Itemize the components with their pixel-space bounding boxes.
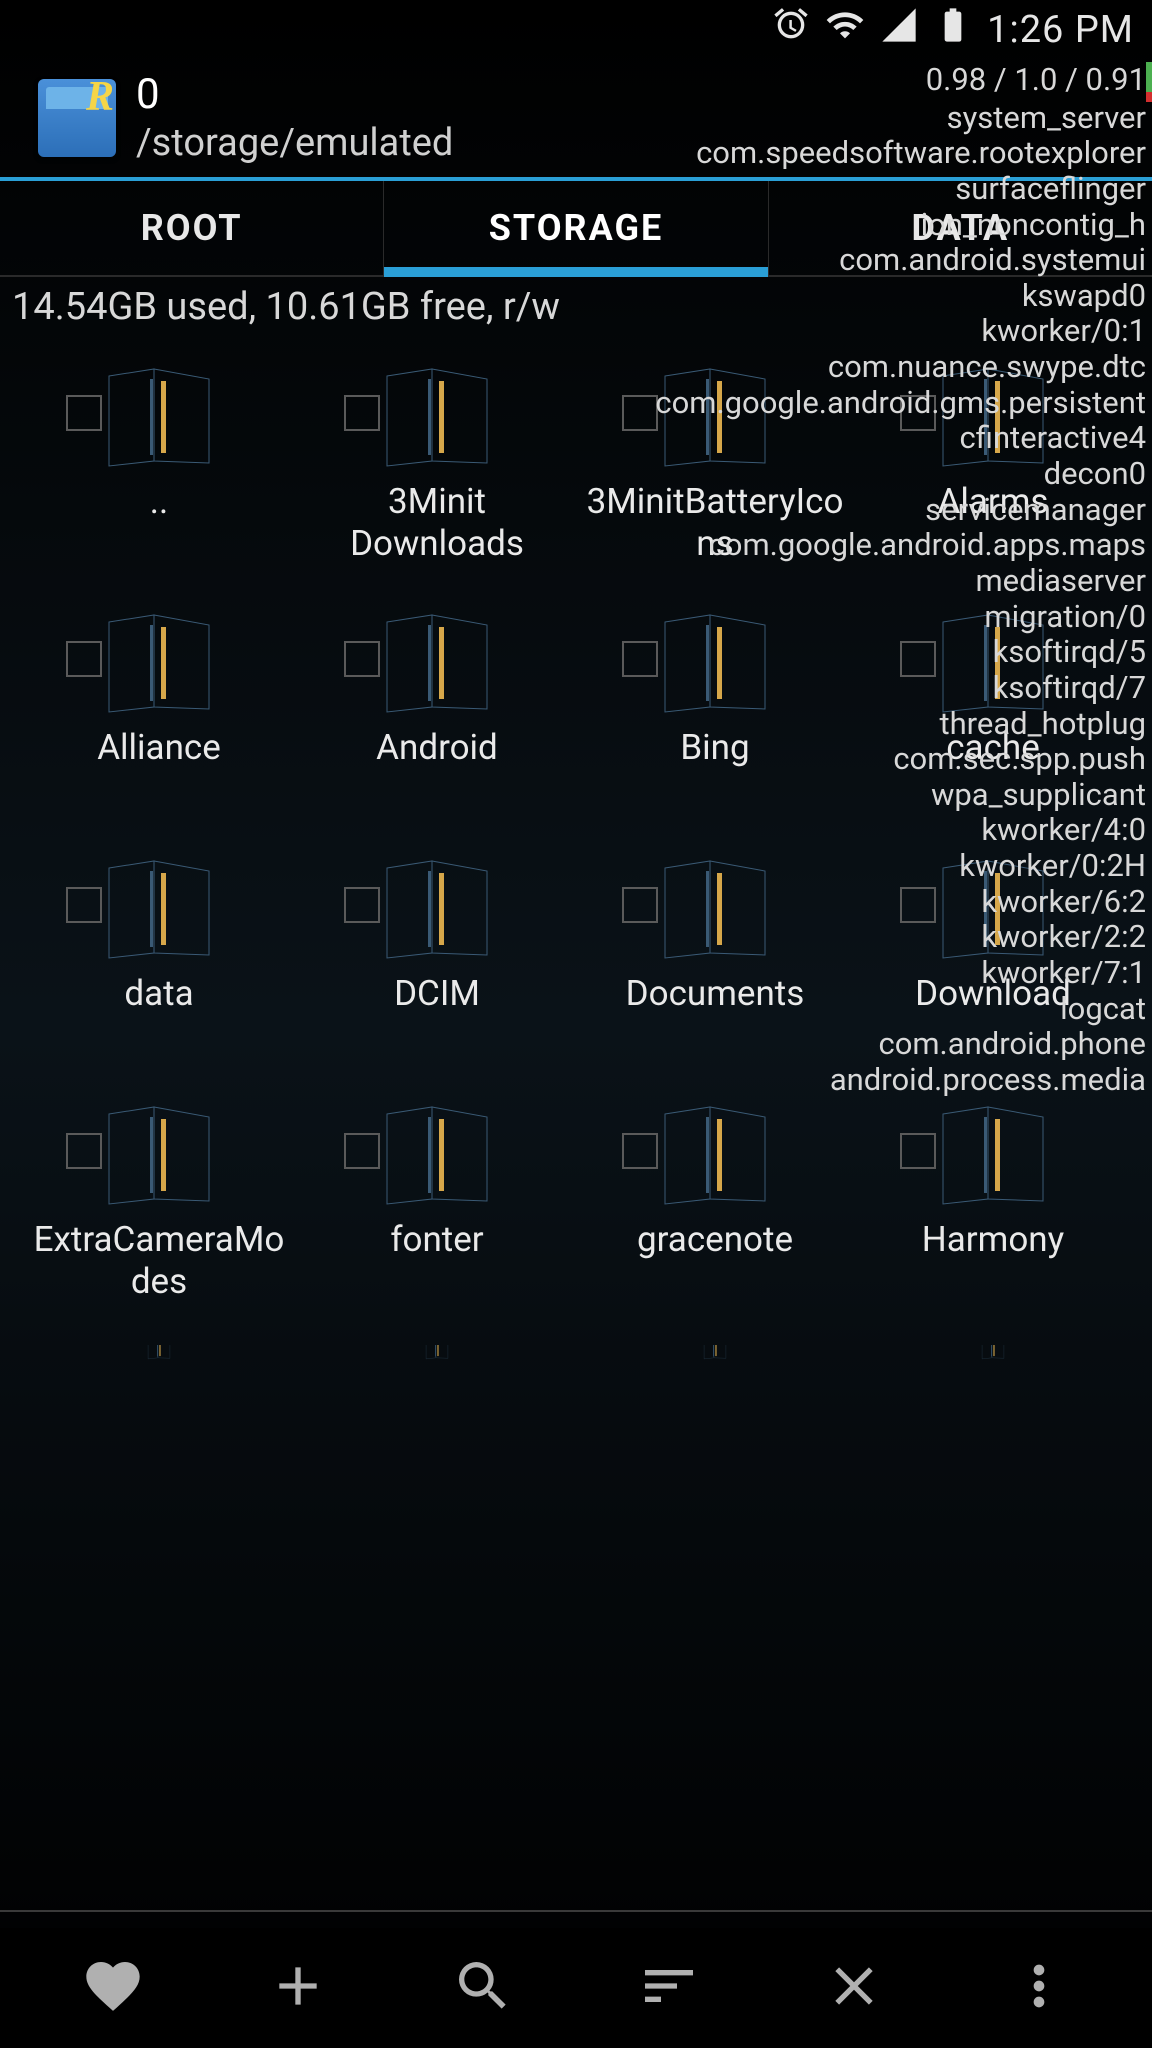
- folder-checkbox[interactable]: [900, 1133, 936, 1169]
- folder-icon: [655, 361, 775, 471]
- folder-label: Documents: [626, 973, 805, 1057]
- folder-icon: [933, 853, 1053, 963]
- battery-icon: [933, 5, 973, 55]
- folder-icon: [377, 361, 497, 471]
- folder-item[interactable]: Bing: [576, 591, 854, 827]
- folder-icon: [99, 853, 219, 963]
- folder-item[interactable]: [576, 1329, 854, 1395]
- app-icon: [38, 79, 116, 157]
- folder-icon: [655, 1099, 775, 1209]
- folder-label: ..: [150, 481, 168, 565]
- folder-icon: [99, 1099, 219, 1209]
- folder-label: Alarms: [938, 481, 1049, 565]
- folder-item[interactable]: [20, 1329, 298, 1395]
- folder-icon: [655, 853, 775, 963]
- folder-checkbox[interactable]: [900, 395, 936, 431]
- folder-item[interactable]: Alliance: [20, 591, 298, 827]
- folder-checkbox[interactable]: [66, 641, 102, 677]
- folder-label: 3Minit Downloads: [302, 481, 572, 565]
- sort-button[interactable]: [637, 1954, 701, 2022]
- signal-icon: [879, 5, 919, 55]
- tab-storage[interactable]: STORAGE: [384, 181, 768, 277]
- folder-checkbox[interactable]: [622, 395, 658, 431]
- folder-icon: [933, 361, 1053, 471]
- folder-item[interactable]: [298, 1329, 576, 1395]
- folder-item[interactable]: cache: [854, 591, 1132, 827]
- bottom-toolbar: [0, 1928, 1152, 2048]
- folder-label: ExtraCameraModes: [24, 1219, 294, 1303]
- folder-icon: [99, 607, 219, 717]
- folder-checkbox[interactable]: [344, 641, 380, 677]
- folder-icon: [377, 1345, 497, 1369]
- tab-root[interactable]: ROOT: [0, 181, 384, 277]
- search-button[interactable]: [451, 1954, 515, 2022]
- folder-label: Bing: [680, 727, 749, 811]
- folder-item[interactable]: ExtraCameraModes: [20, 1083, 298, 1319]
- folder-icon: [377, 853, 497, 963]
- overflow-menu-button[interactable]: [1007, 1954, 1071, 2022]
- folder-checkbox[interactable]: [622, 641, 658, 677]
- folder-item[interactable]: data: [20, 837, 298, 1073]
- folder-checkbox[interactable]: [344, 395, 380, 431]
- folder-item[interactable]: 3MinitBatteryIcons: [576, 345, 854, 581]
- current-folder-title: 0: [136, 70, 453, 119]
- folder-icon: [933, 607, 1053, 717]
- tab-data[interactable]: DATA: [769, 181, 1152, 277]
- app-header: 0 /storage/emulated: [0, 60, 1152, 181]
- folder-label: Download: [915, 973, 1071, 1057]
- folder-label: fonter: [390, 1219, 483, 1303]
- folder-icon: [933, 1345, 1053, 1369]
- folder-label: cache: [946, 727, 1040, 811]
- tab-bar: ROOT STORAGE DATA: [0, 181, 1152, 277]
- folder-icon: [377, 607, 497, 717]
- folder-checkbox[interactable]: [900, 641, 936, 677]
- folder-item[interactable]: Harmony: [854, 1083, 1132, 1319]
- status-bar: 1:26 PM: [0, 0, 1152, 60]
- folder-checkbox[interactable]: [66, 395, 102, 431]
- folder-icon: [655, 607, 775, 717]
- folder-icon: [377, 1099, 497, 1209]
- folder-checkbox[interactable]: [66, 887, 102, 923]
- folder-item[interactable]: fonter: [298, 1083, 576, 1319]
- folder-label: gracenote: [637, 1219, 793, 1303]
- folder-label: 3MinitBatteryIcons: [580, 481, 850, 565]
- folder-icon: [933, 1099, 1053, 1209]
- storage-info: 14.54GB used, 10.61GB free, r/w: [0, 277, 1152, 337]
- folder-icon: [655, 1345, 775, 1369]
- folder-checkbox[interactable]: [622, 887, 658, 923]
- folder-checkbox[interactable]: [344, 1133, 380, 1169]
- folder-label: Harmony: [922, 1219, 1064, 1303]
- folder-checkbox[interactable]: [66, 1133, 102, 1169]
- folder-item[interactable]: gracenote: [576, 1083, 854, 1319]
- folder-item[interactable]: Documents: [576, 837, 854, 1073]
- folder-label: data: [124, 973, 193, 1057]
- folder-label: Android: [376, 727, 498, 811]
- folder-item[interactable]: Alarms: [854, 345, 1132, 581]
- favorites-button[interactable]: [81, 1954, 145, 2022]
- folder-item[interactable]: 3Minit Downloads: [298, 345, 576, 581]
- clock-text: 1:26 PM: [987, 8, 1134, 52]
- folder-grid[interactable]: .. 3Minit Downloads 3MinitBatteryIcons A…: [0, 337, 1152, 1403]
- folder-icon: [99, 361, 219, 471]
- folder-icon: [99, 1345, 219, 1369]
- wifi-icon: [825, 5, 865, 55]
- folder-item[interactable]: ..: [20, 345, 298, 581]
- folder-item[interactable]: Android: [298, 591, 576, 827]
- folder-checkbox[interactable]: [344, 887, 380, 923]
- alarm-icon: [771, 5, 811, 55]
- folder-checkbox[interactable]: [900, 887, 936, 923]
- toolbar-divider: [0, 1910, 1152, 1912]
- current-path: /storage/emulated: [136, 121, 453, 165]
- add-button[interactable]: [266, 1954, 330, 2022]
- folder-item[interactable]: DCIM: [298, 837, 576, 1073]
- folder-label: DCIM: [394, 973, 480, 1057]
- folder-item[interactable]: [854, 1329, 1132, 1395]
- close-button[interactable]: [822, 1954, 886, 2022]
- folder-item[interactable]: Download: [854, 837, 1132, 1073]
- folder-checkbox[interactable]: [622, 1133, 658, 1169]
- header-titles: 0 /storage/emulated: [136, 70, 453, 165]
- folder-label: Alliance: [97, 727, 221, 811]
